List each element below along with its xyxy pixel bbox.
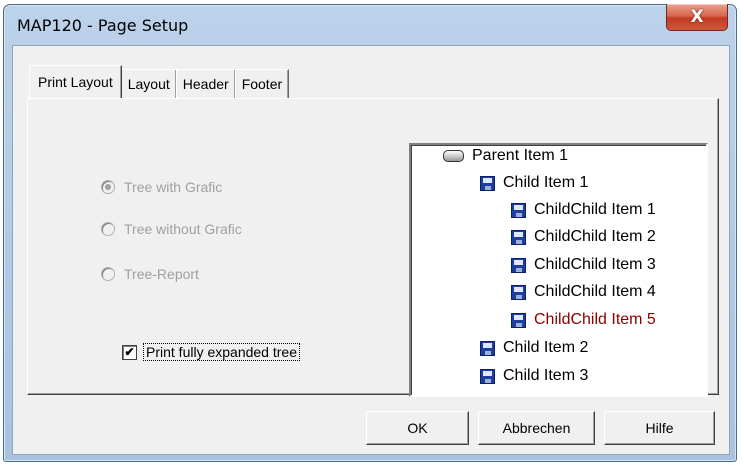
tab-footer[interactable]: Footer xyxy=(234,69,290,98)
close-icon: X xyxy=(690,7,704,27)
tree-item-childchild-4[interactable]: ChildChild Item 4 xyxy=(511,283,656,301)
tree-item-label: ChildChild Item 2 xyxy=(534,228,656,245)
help-button[interactable]: Hilfe xyxy=(604,411,715,445)
page-setup-dialog: MAP120 - Page Setup X Print Layout Layou… xyxy=(3,4,737,462)
radio-tree-without-grafic[interactable]: Tree without Grafic xyxy=(101,221,242,237)
radio-label: Tree without Grafic xyxy=(124,221,242,237)
tree-item-child-1[interactable]: Child Item 1 xyxy=(480,174,588,192)
tree-item-childchild-3[interactable]: ChildChild Item 3 xyxy=(511,256,656,274)
tree-item-label: Child Item 3 xyxy=(503,367,589,384)
title-bar[interactable]: MAP120 - Page Setup X xyxy=(4,4,736,45)
radio-tree-report[interactable]: Tree-Report xyxy=(101,266,199,282)
dialog-client-area: Print Layout Layout Header Footer Tree w… xyxy=(12,45,730,455)
disk-icon xyxy=(480,175,495,191)
radio-unselected-icon[interactable] xyxy=(101,267,115,281)
tab-strip: Print Layout Layout Header Footer xyxy=(29,64,290,98)
checkbox-label: Print fully expanded tree xyxy=(143,343,300,361)
print-expanded-checkbox[interactable]: ✔ Print fully expanded tree xyxy=(122,343,300,361)
tree-item-childchild-1[interactable]: ChildChild Item 1 xyxy=(511,201,656,219)
disk-icon xyxy=(480,368,495,384)
tree-preview[interactable]: Parent Item 1 Child Item 1 ChildChild It… xyxy=(409,143,708,397)
cancel-button[interactable]: Abbrechen xyxy=(478,411,595,445)
disk-icon xyxy=(511,229,526,245)
tree-item-label: ChildChild Item 5 xyxy=(534,311,656,328)
window-title: MAP120 - Page Setup xyxy=(17,16,189,35)
tree-item-label: Child Item 2 xyxy=(503,339,589,356)
tree-item-label: Parent Item 1 xyxy=(472,147,569,164)
tree-item-child-2[interactable]: Child Item 2 xyxy=(480,339,588,357)
radio-label: Tree-Report xyxy=(124,266,199,282)
tab-layout[interactable]: Layout xyxy=(120,69,177,98)
tree-item-label: ChildChild Item 3 xyxy=(534,256,656,273)
tree-item-parent-1[interactable]: Parent Item 1 xyxy=(443,147,568,165)
tree-item-childchild-5[interactable]: ChildChild Item 5 xyxy=(511,311,656,329)
tree-item-child-3[interactable]: Child Item 3 xyxy=(480,367,588,385)
tree-item-label: Child Item 1 xyxy=(503,174,589,191)
tab-print-layout[interactable]: Print Layout xyxy=(29,65,122,98)
disk-icon xyxy=(511,202,526,218)
disk-icon xyxy=(480,340,495,356)
radio-tree-with-grafic[interactable]: Tree with Grafic xyxy=(101,179,222,195)
parent-icon xyxy=(443,150,464,162)
ok-button[interactable]: OK xyxy=(366,411,469,445)
close-button[interactable]: X xyxy=(666,4,728,31)
tree-item-childchild-2[interactable]: ChildChild Item 2 xyxy=(511,228,656,246)
tab-header[interactable]: Header xyxy=(175,69,236,98)
tree-item-label: ChildChild Item 4 xyxy=(534,283,656,300)
disk-icon xyxy=(511,312,526,328)
checkbox-checked-icon[interactable]: ✔ xyxy=(122,344,137,360)
disk-icon xyxy=(511,257,526,273)
disk-icon xyxy=(511,284,526,300)
tree-item-label: ChildChild Item 1 xyxy=(534,201,656,218)
radio-label: Tree with Grafic xyxy=(124,179,223,195)
radio-unselected-icon[interactable] xyxy=(101,222,115,236)
radio-selected-icon[interactable] xyxy=(101,180,115,194)
